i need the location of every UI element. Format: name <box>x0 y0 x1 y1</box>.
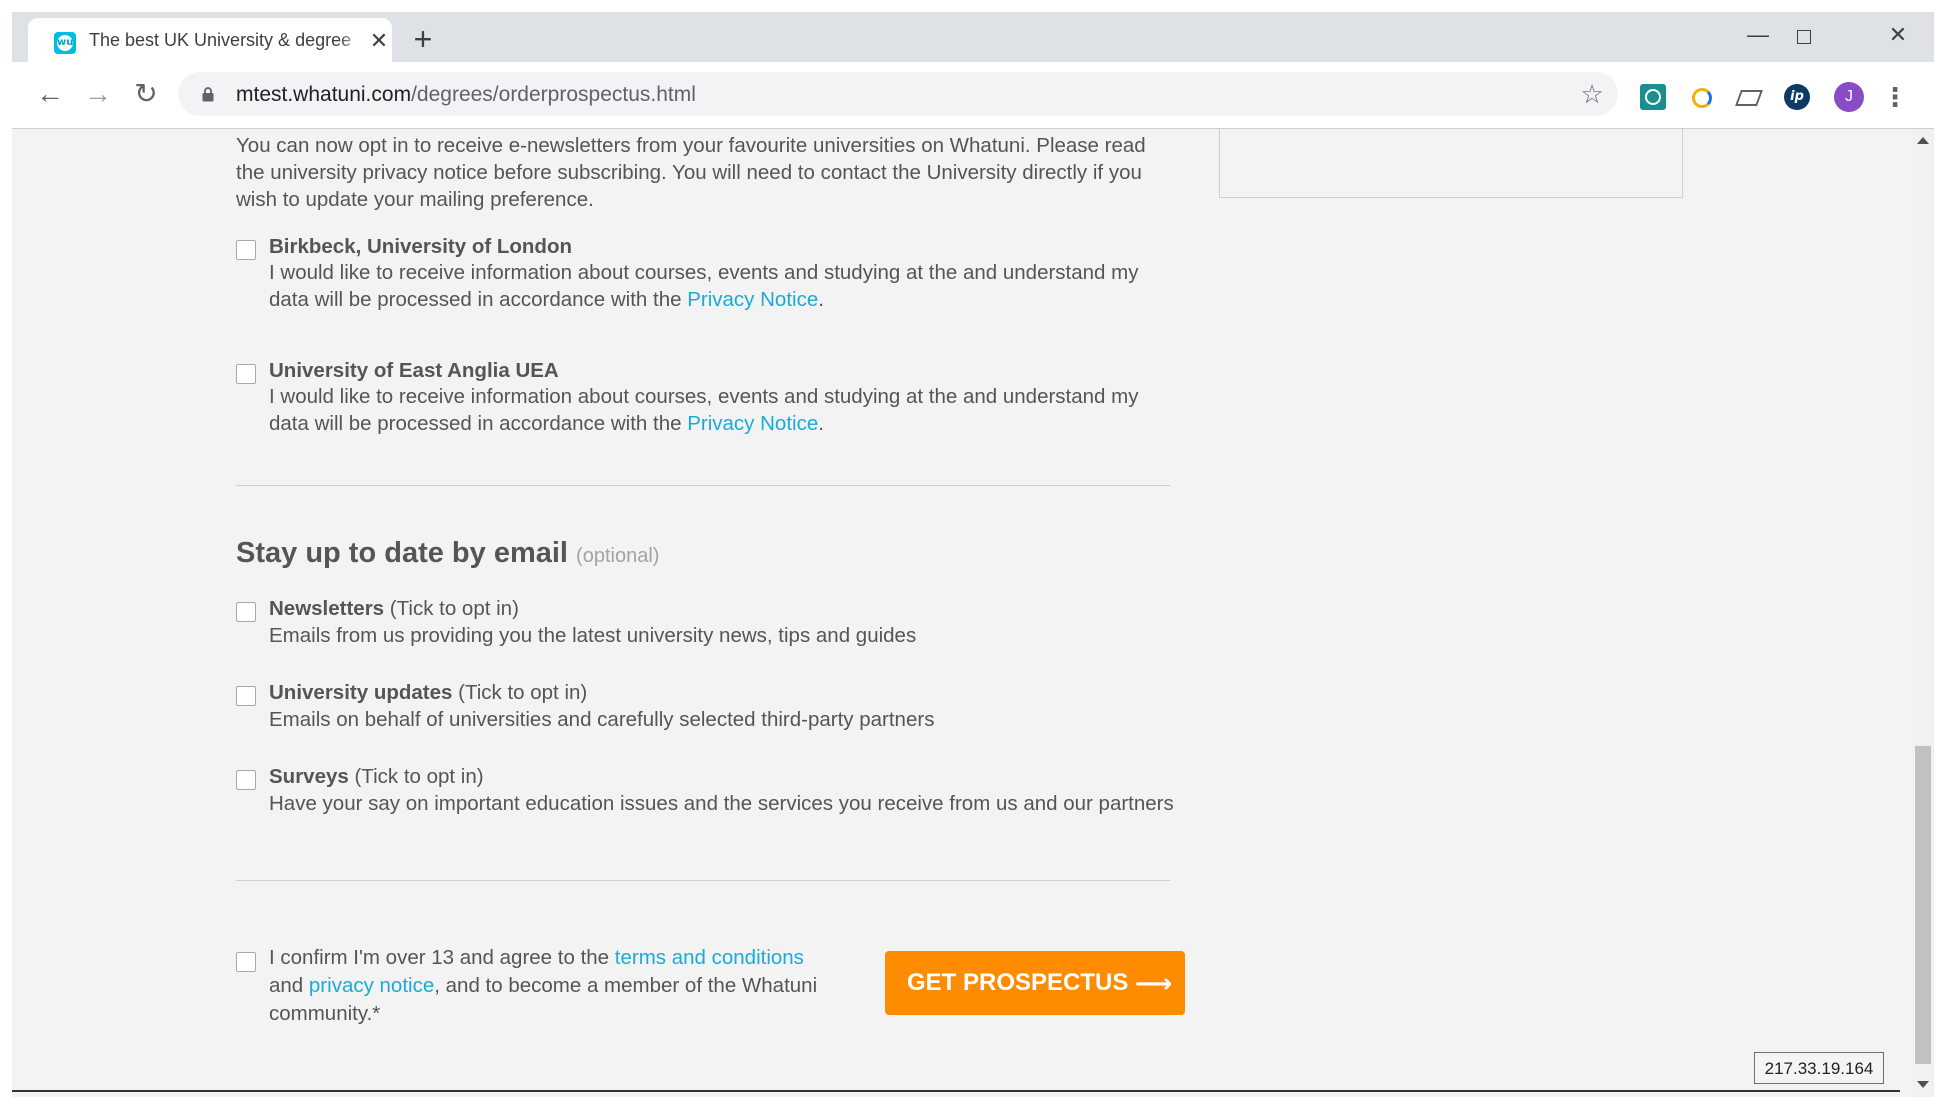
restore-button[interactable] <box>1784 20 1824 50</box>
terms-confirm-text: I confirm I'm over 13 and agree to the t… <box>269 946 818 1025</box>
extension-circle-icon[interactable] <box>1688 84 1714 110</box>
profile-avatar[interactable]: J <box>1834 82 1864 112</box>
extension-teal-icon[interactable] <box>1640 84 1666 110</box>
sidebar-panel <box>1219 129 1683 198</box>
window-bottom-border <box>12 1090 1900 1092</box>
terms-and-conditions-link[interactable]: terms and conditions <box>615 946 804 969</box>
surveys-checkbox[interactable] <box>236 770 256 790</box>
option-label: Newsletters (Tick to opt in) <box>269 597 519 620</box>
newsletter-intro-text: You can now opt in to receive e-newslett… <box>236 134 1146 211</box>
option-description: Have your say on important education iss… <box>269 792 1174 815</box>
university-name: University of East Anglia UEA <box>269 359 559 382</box>
extension-ip-icon[interactable]: ip <box>1784 84 1810 110</box>
scrollbar-thumb[interactable] <box>1915 746 1931 1064</box>
tab-title: The best UK University & degree <box>89 30 365 51</box>
address-bar[interactable]: mtest.whatuni.com/degrees/orderprospectu… <box>178 72 1618 116</box>
divider <box>236 880 1170 881</box>
browser-tab[interactable]: The best UK University & degree ✕ <box>28 18 392 62</box>
option-description: Emails from us providing you the latest … <box>269 624 917 647</box>
browser-window: The best UK University & degree ✕ + — ✕ … <box>12 12 1934 1097</box>
ip-address-badge: 217.33.19.164 <box>1754 1052 1884 1084</box>
privacy-notice-link[interactable]: Privacy Notice <box>687 288 818 311</box>
optional-label: (optional) <box>576 545 660 567</box>
divider <box>236 485 1170 486</box>
option-label: University updates (Tick to opt in) <box>269 681 588 704</box>
university-consent-text: I would like to receive information abou… <box>269 261 1139 311</box>
arrow-right-icon: ⟶ <box>1135 968 1173 998</box>
close-window-button[interactable]: ✕ <box>1878 20 1918 50</box>
browser-toolbar: ← → ↻ mtest.whatuni.com/degrees/orderpro… <box>12 62 1934 129</box>
whatuni-favicon-icon <box>54 32 76 54</box>
new-tab-button[interactable]: + <box>408 23 438 55</box>
url-host: mtest.whatuni.com <box>236 83 412 106</box>
bookmark-star-icon[interactable]: ☆ <box>1576 78 1608 110</box>
scroll-down-icon[interactable] <box>1917 1081 1929 1088</box>
terms-confirm-checkbox[interactable] <box>236 952 256 972</box>
minimize-button[interactable]: — <box>1738 20 1778 50</box>
browser-menu-icon[interactable]: ⋮ <box>1882 80 1908 114</box>
university-consent-text: I would like to receive information abou… <box>269 385 1139 435</box>
scroll-up-icon[interactable] <box>1917 137 1929 144</box>
option-description: Emails on behalf of universities and car… <box>269 708 935 731</box>
vertical-scrollbar[interactable] <box>1912 129 1934 1097</box>
extension-card-icon[interactable] <box>1736 84 1762 110</box>
privacy-notice-link[interactable]: privacy notice <box>309 974 434 997</box>
reload-icon[interactable]: ↻ <box>126 74 166 114</box>
get-prospectus-button[interactable]: GET PROSPECTUS ⟶ <box>885 951 1185 1015</box>
section-heading: Stay up to date by email (optional) <box>236 537 660 569</box>
university-name: Birkbeck, University of London <box>269 235 572 258</box>
newsletters-checkbox[interactable] <box>236 602 256 622</box>
option-label: Surveys (Tick to opt in) <box>269 765 484 788</box>
tab-strip: The best UK University & degree ✕ + — ✕ <box>12 12 1934 62</box>
university-optin-checkbox-uea[interactable] <box>236 364 256 384</box>
tab-close-icon[interactable]: ✕ <box>367 29 391 53</box>
university-updates-checkbox[interactable] <box>236 686 256 706</box>
forward-arrow-icon[interactable]: → <box>78 74 118 114</box>
back-arrow-icon[interactable]: ← <box>30 74 70 114</box>
page-viewport: You can now opt in to receive e-newslett… <box>12 129 1912 1097</box>
url-text[interactable]: mtest.whatuni.com/degrees/orderprospectu… <box>236 83 696 107</box>
privacy-notice-link[interactable]: Privacy Notice <box>687 412 818 435</box>
university-optin-checkbox-birkbeck[interactable] <box>236 240 256 260</box>
lock-icon <box>202 87 214 102</box>
url-path: /degrees/orderprospectus.html <box>411 83 696 106</box>
